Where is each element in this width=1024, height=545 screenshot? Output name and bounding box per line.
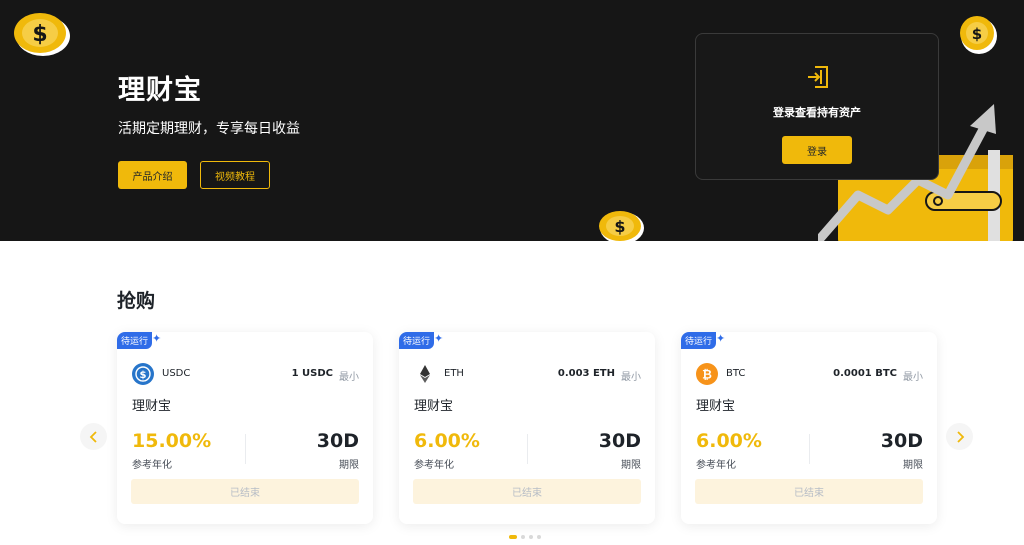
carousel-pagination bbox=[509, 535, 541, 539]
section-title: 抢购 bbox=[117, 290, 156, 312]
term-value: 30D bbox=[880, 430, 923, 452]
chevron-left-icon bbox=[89, 430, 97, 443]
svg-text:$: $ bbox=[614, 217, 625, 236]
min-amount: 1 USDC bbox=[291, 368, 333, 379]
login-card: 登录查看持有资产 登录 bbox=[695, 33, 939, 180]
min-amount: 0.0001 BTC bbox=[833, 368, 897, 379]
min-label: 最小 bbox=[339, 372, 359, 383]
divider bbox=[245, 434, 246, 464]
ended-button[interactable]: 已结束 bbox=[413, 479, 641, 504]
chevron-right-icon bbox=[956, 430, 964, 443]
svg-text:$: $ bbox=[140, 370, 147, 381]
apr-label: 参考年化 bbox=[132, 460, 172, 471]
login-prompt: 登录查看持有资产 bbox=[773, 106, 861, 119]
divider bbox=[527, 434, 528, 464]
term-value: 30D bbox=[598, 430, 641, 452]
carousel-prev-button[interactable] bbox=[80, 423, 107, 450]
page-title: 理财宝 bbox=[118, 75, 202, 106]
status-badge: 待运行 bbox=[399, 332, 435, 349]
usdc-icon: $ bbox=[132, 363, 154, 385]
apr-value: 6.00% bbox=[696, 430, 762, 452]
product-card[interactable]: 待运行 ✦ ₿ BTC 0.0001 BTC 最小 理财宝 6.00% 参考年化… bbox=[681, 332, 937, 524]
btc-icon: ₿ bbox=[696, 363, 718, 385]
coin-decoration-icon: $ bbox=[960, 16, 997, 54]
carousel-dot[interactable] bbox=[537, 535, 541, 539]
sparkle-icon: ✦ bbox=[434, 332, 444, 345]
login-button[interactable]: 登录 bbox=[782, 136, 852, 164]
carousel-dot[interactable] bbox=[529, 535, 533, 539]
svg-text:₿: ₿ bbox=[702, 368, 712, 382]
status-badge: 待运行 bbox=[681, 332, 717, 349]
hero-subtitle: 活期定期理财，专享每日收益 bbox=[118, 121, 300, 137]
apr-label: 参考年化 bbox=[414, 460, 454, 471]
min-label: 最小 bbox=[903, 372, 923, 383]
term-label: 期限 bbox=[621, 460, 641, 471]
svg-text:$: $ bbox=[32, 22, 47, 47]
ended-button[interactable]: 已结束 bbox=[695, 479, 923, 504]
apr-value: 6.00% bbox=[414, 430, 480, 452]
carousel-next-button[interactable] bbox=[946, 423, 973, 450]
eth-icon bbox=[414, 363, 436, 385]
term-label: 期限 bbox=[903, 460, 923, 471]
coin-decoration-icon: $ bbox=[14, 13, 70, 56]
video-tutorial-button[interactable]: 视频教程 bbox=[200, 161, 270, 189]
divider bbox=[809, 434, 810, 464]
carousel-dot[interactable] bbox=[509, 535, 517, 539]
term-value: 30D bbox=[316, 430, 359, 452]
login-door-icon bbox=[808, 66, 828, 88]
ended-button[interactable]: 已结束 bbox=[131, 479, 359, 504]
coin-decoration-icon: $ bbox=[599, 211, 644, 241]
min-amount: 0.003 ETH bbox=[557, 368, 615, 379]
product-card[interactable]: 待运行 ✦ $ USDC 1 USDC 最小 理财宝 15.00% 参考年化 3… bbox=[117, 332, 373, 524]
apr-value: 15.00% bbox=[132, 430, 212, 452]
term-label: 期限 bbox=[339, 460, 359, 471]
product-name: 理财宝 bbox=[696, 399, 736, 414]
coin-name: ETH bbox=[444, 368, 464, 379]
carousel-dot[interactable] bbox=[521, 535, 525, 539]
coin-name: BTC bbox=[726, 368, 746, 379]
hero-banner: $ $ $ 理财宝 活期定期理财，专享每日收益 产品介绍 视频教程 登录查看持有… bbox=[0, 0, 1024, 241]
product-card[interactable]: 待运行 ✦ ETH 0.003 ETH 最小 理财宝 6.00% 参考年化 30… bbox=[399, 332, 655, 524]
product-name: 理财宝 bbox=[414, 399, 454, 414]
coin-name: USDC bbox=[162, 368, 191, 379]
apr-label: 参考年化 bbox=[696, 460, 736, 471]
sparkle-icon: ✦ bbox=[716, 332, 726, 345]
product-intro-button[interactable]: 产品介绍 bbox=[118, 161, 187, 189]
min-label: 最小 bbox=[621, 372, 641, 383]
product-name: 理财宝 bbox=[132, 399, 172, 414]
svg-text:$: $ bbox=[972, 25, 982, 43]
status-badge: 待运行 bbox=[117, 332, 153, 349]
sparkle-icon: ✦ bbox=[152, 332, 162, 345]
